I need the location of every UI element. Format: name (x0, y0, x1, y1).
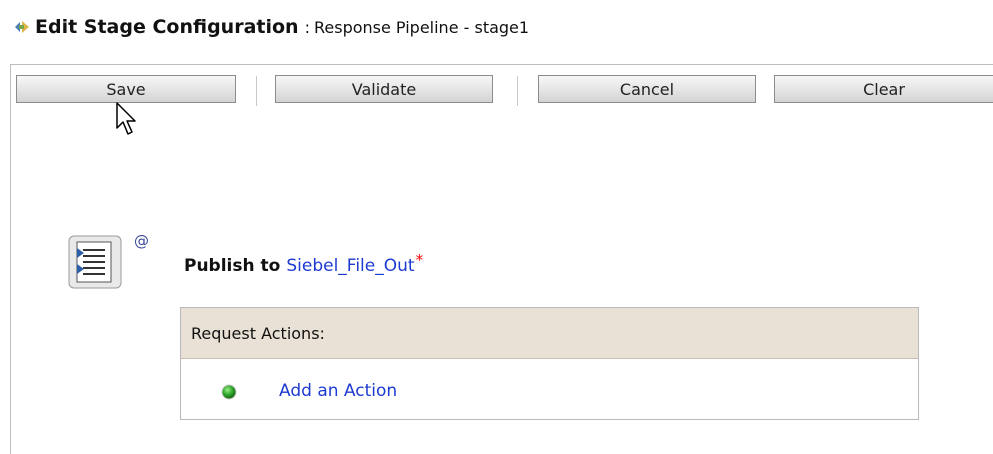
publish-target-link[interactable]: Siebel_File_Out (286, 256, 414, 276)
at-symbol: @ (134, 232, 149, 250)
validate-button[interactable]: Validate (275, 75, 493, 103)
pipeline-stage-icon (13, 18, 31, 36)
page-header: Edit Stage Configuration : Response Pipe… (13, 14, 529, 40)
toolbar-divider (256, 76, 257, 106)
green-dot-icon (221, 384, 237, 400)
toolbar-divider (517, 76, 518, 106)
add-action-link[interactable]: Add an Action (279, 381, 397, 401)
title-separator: : (304, 17, 310, 37)
publish-action-icon[interactable] (67, 234, 123, 290)
required-marker: * (415, 251, 424, 269)
request-actions-header: Request Actions: (181, 308, 918, 359)
save-button[interactable]: Save (16, 75, 236, 103)
publish-label: Publish to (184, 256, 281, 276)
page-subtitle: Response Pipeline - stage1 (313, 17, 530, 37)
publish-line: Publish to Siebel_File_Out * (184, 251, 423, 276)
add-action-row: Add an Action (181, 359, 918, 421)
request-actions-panel: Request Actions: Add an Action (180, 307, 919, 420)
toolbar: Save Validate Cancel Clear (10, 65, 993, 117)
mouse-cursor-icon (116, 102, 136, 135)
cancel-button[interactable]: Cancel (538, 75, 756, 103)
page-title: Edit Stage Configuration (35, 16, 299, 38)
clear-button[interactable]: Clear (774, 75, 993, 103)
